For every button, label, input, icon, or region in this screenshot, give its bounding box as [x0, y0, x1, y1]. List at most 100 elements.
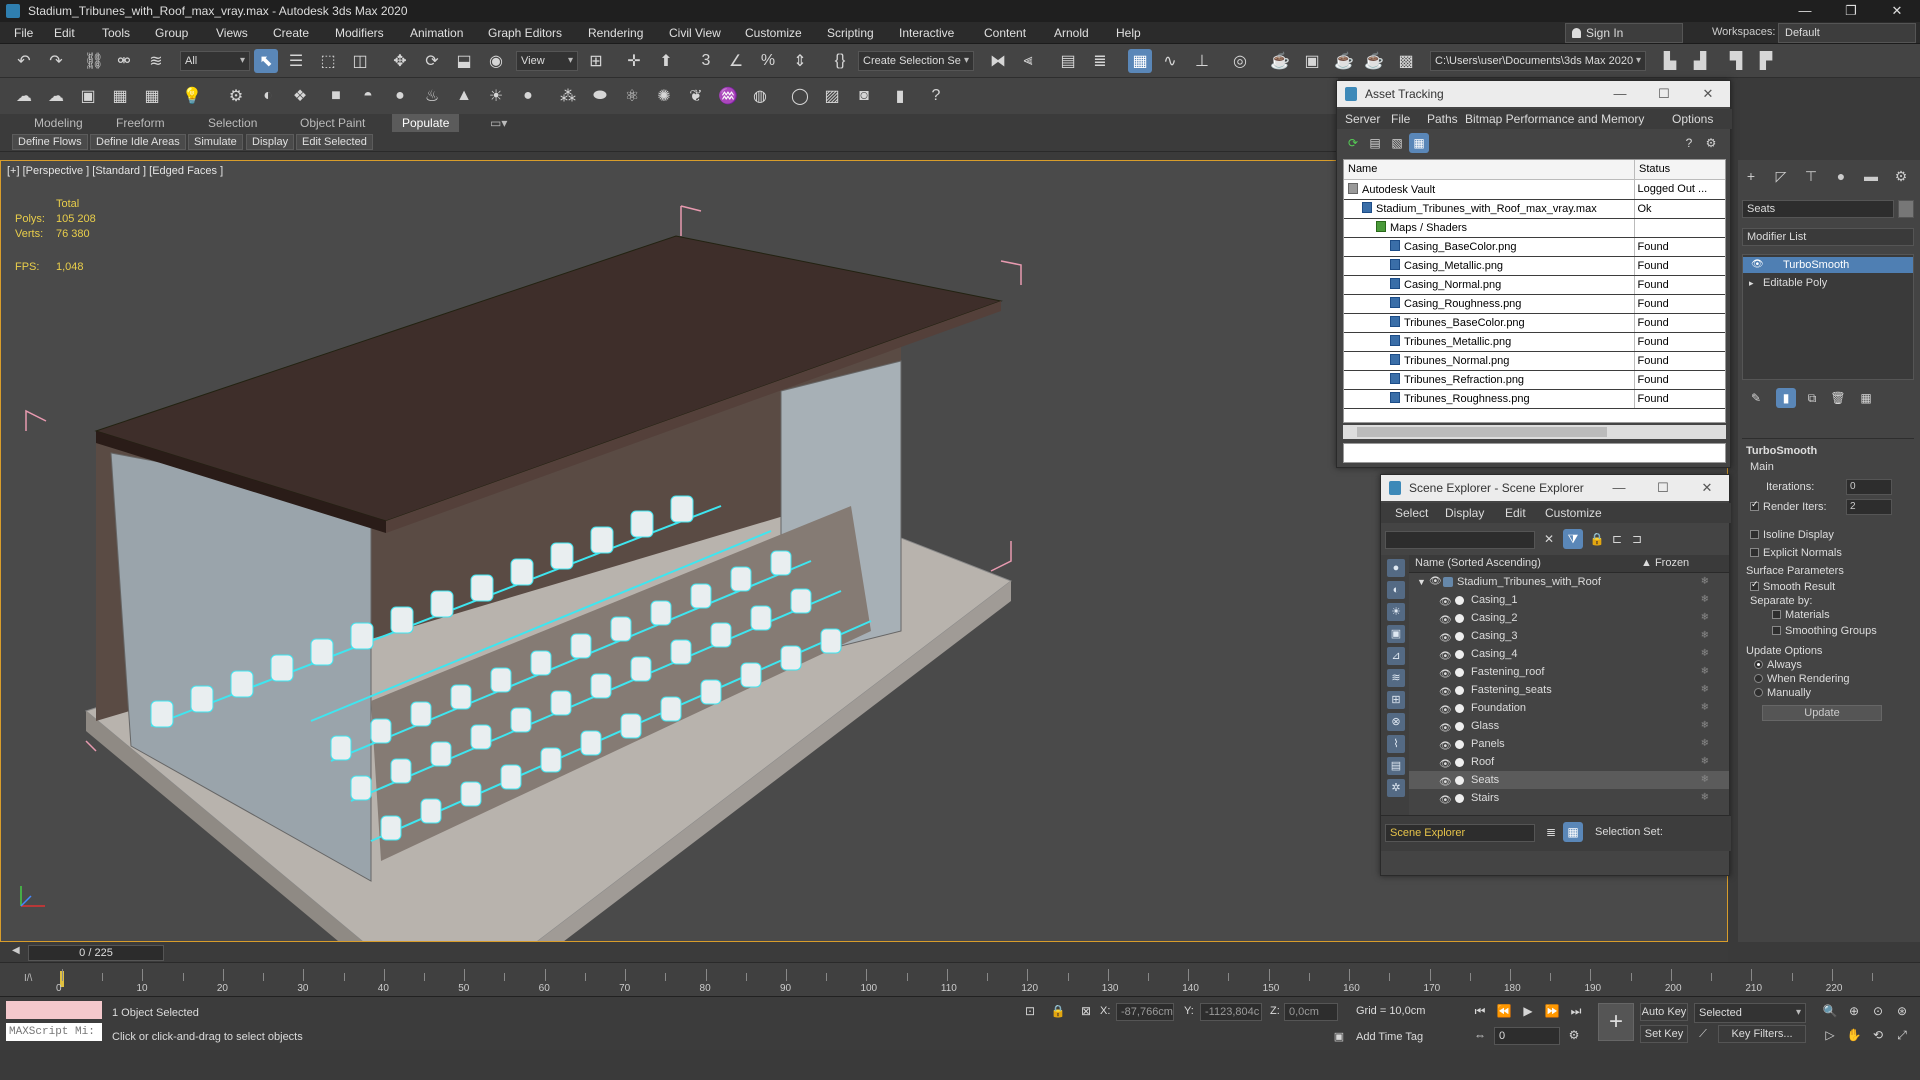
menu-graph-editors[interactable]: Graph Editors	[488, 26, 562, 40]
asset-path-field[interactable]	[1343, 443, 1726, 463]
zoom-all-icon[interactable]: ⊕	[1844, 1001, 1864, 1021]
mirror-icon[interactable]: ⧓	[986, 49, 1010, 73]
object-color-swatch[interactable]	[1898, 200, 1914, 218]
eye-icon[interactable]: 👁	[1429, 573, 1442, 591]
asset-tracking-minimize-button[interactable]: —	[1598, 81, 1642, 107]
schematic-view-icon[interactable]: ⊥	[1190, 49, 1214, 73]
help-icon[interactable]: ?	[924, 84, 948, 108]
select-object-icon[interactable]: ⬉	[254, 49, 278, 73]
modifier-toggle-icon[interactable]: 👁	[1751, 257, 1764, 273]
se-close-button[interactable]: ✕	[1685, 475, 1729, 501]
clear-search-icon[interactable]: ✕	[1539, 529, 1559, 549]
prev-frame-icon[interactable]: ◀	[12, 945, 20, 956]
named-selection-dropdown[interactable]: Create Selection Se	[858, 51, 974, 71]
pivot-center-icon[interactable]: ⊞	[584, 49, 608, 73]
link-icon[interactable]: ⛓	[82, 49, 106, 73]
viewport-image-icon[interactable]: ▣	[76, 84, 100, 108]
se-col-frozen[interactable]: ▲ Frozen	[1641, 557, 1689, 569]
frozen-icon[interactable]: ❄	[1701, 771, 1709, 789]
se-object-row[interactable]: 👁 Casing_2 ❄	[1409, 609, 1729, 627]
sign-in-button[interactable]: Sign In	[1565, 23, 1683, 43]
refresh-icon[interactable]: ⟳	[1343, 133, 1363, 153]
menu-interactive[interactable]: Interactive	[899, 26, 954, 40]
maximize-viewport-icon[interactable]: ⤢	[1892, 1025, 1912, 1045]
render-production-icon[interactable]: ☕	[1332, 49, 1356, 73]
layer-explorer-icon[interactable]: ≣	[1541, 822, 1561, 842]
display-tab-icon[interactable]: ▬	[1858, 168, 1884, 188]
orbit-icon[interactable]: ⟲	[1868, 1025, 1888, 1045]
se-menu-customize[interactable]: Customize	[1545, 503, 1602, 523]
asset-row[interactable]: Casing_Normal.png Found	[1344, 275, 1725, 295]
minimize-button[interactable]: —	[1782, 0, 1828, 22]
scatter-icon[interactable]: ⚛	[620, 84, 644, 108]
frame-buffer-icon[interactable]: ▨	[820, 84, 844, 108]
asset-tracking-close-button[interactable]: ✕	[1686, 81, 1730, 107]
rect-selection-icon[interactable]: ⬚	[316, 49, 340, 73]
asset-row[interactable]: Autodesk Vault Logged Out ...	[1344, 180, 1725, 200]
y-coordinate-field[interactable]: -1123,804c	[1200, 1003, 1262, 1021]
menu-customize[interactable]: Customize	[745, 26, 802, 40]
scene-explorer-window[interactable]: Scene Explorer - Scene Explorer — ☐ ✕ Se…	[1380, 474, 1731, 876]
time-slider[interactable]: 0 / 225	[28, 945, 164, 961]
filter-icon[interactable]: ⧩	[1563, 529, 1583, 549]
menu-edit[interactable]: Edit	[54, 26, 75, 40]
tab-modeling[interactable]: Modeling	[34, 116, 83, 130]
angle-snap-icon[interactable]: ∠	[724, 49, 748, 73]
lights-filter-icon[interactable]: ☀	[1387, 603, 1405, 621]
particles-icon[interactable]: ❖	[288, 84, 312, 108]
se-object-row[interactable]: 👁 Glass ❄	[1409, 717, 1729, 735]
plant-icon[interactable]: ❦	[684, 84, 708, 108]
select-by-name-icon[interactable]: ☰	[284, 49, 308, 73]
se-menu-edit[interactable]: Edit	[1505, 503, 1526, 523]
menu-help[interactable]: Help	[1116, 26, 1141, 40]
asset-row[interactable]: Maps / Shaders	[1344, 218, 1725, 238]
menu-tools[interactable]: Tools	[102, 26, 130, 40]
rendered-frame-window-icon[interactable]: ▣	[1300, 49, 1324, 73]
se-maximize-button[interactable]: ☐	[1641, 475, 1685, 501]
add-time-tag[interactable]: Add Time Tag	[1356, 1031, 1423, 1043]
frozen-icon[interactable]: ❄	[1701, 591, 1709, 609]
teapot-icon[interactable]: ☁	[12, 84, 36, 108]
asset-row[interactable]: Tribunes_BaseColor.png Found	[1344, 313, 1725, 333]
time-tag-icon[interactable]: ▣	[1330, 1027, 1348, 1045]
calculator-icon[interactable]: ▦	[108, 84, 132, 108]
toggle-layer-explorer-icon[interactable]: ≣	[1088, 49, 1112, 73]
hair-icon[interactable]: ♒	[716, 84, 740, 108]
asset-row[interactable]: Tribunes_Roughness.png Found	[1344, 389, 1725, 409]
placement-icon[interactable]: ◉	[484, 49, 508, 73]
sun-icon[interactable]: ☀	[484, 84, 508, 108]
eye-icon[interactable]: 👁	[1439, 792, 1452, 810]
shapes-filter-icon[interactable]: ◐	[1387, 581, 1405, 599]
materials-checkbox[interactable]: Materials	[1772, 609, 1830, 621]
pan-icon[interactable]: ✋	[1844, 1025, 1864, 1045]
menu-modifiers[interactable]: Modifiers	[335, 26, 384, 40]
menu-scripting[interactable]: Scripting	[827, 26, 874, 40]
workspace-dropdown[interactable]: Default	[1778, 23, 1916, 43]
snaps-toggle-icon[interactable]: 3	[694, 49, 718, 73]
tab-object-paint[interactable]: Object Paint	[300, 116, 365, 130]
cameras-filter-icon[interactable]: ▣	[1387, 625, 1405, 643]
go-to-end-icon[interactable]: ⏭	[1566, 1001, 1586, 1021]
at-menu-server[interactable]: Server	[1345, 109, 1380, 129]
current-frame-field[interactable]: 0	[1494, 1027, 1560, 1045]
help-icon[interactable]: ?	[1679, 133, 1699, 153]
col-name-header[interactable]: Name	[1348, 163, 1377, 175]
se-object-row[interactable]: 👁 Fastening_seats ❄	[1409, 681, 1729, 699]
edit-selected-button[interactable]: Edit Selected	[296, 134, 373, 150]
stack-turbosmooth[interactable]: TurboSmooth 👁	[1743, 257, 1913, 273]
helpers-filter-icon[interactable]: ⊿	[1387, 647, 1405, 665]
atom-icon[interactable]: ✺	[652, 84, 676, 108]
render-iterative-icon[interactable]: ☕	[1362, 49, 1386, 73]
modifier-stack[interactable]: TurboSmooth 👁 ▸ Editable Poly	[1742, 254, 1914, 380]
se-menu-select[interactable]: Select	[1395, 503, 1428, 523]
project-path-dropdown[interactable]: C:\Users\user\Documents\3ds Max 2020	[1430, 51, 1646, 71]
se-menu-display[interactable]: Display	[1445, 503, 1484, 523]
configure-sets-icon[interactable]: ▦	[1856, 388, 1876, 408]
dome-icon[interactable]: ◓	[356, 84, 380, 108]
stack-editable-poly[interactable]: ▸ Editable Poly	[1743, 275, 1913, 291]
sphere-icon[interactable]: ●	[388, 84, 412, 108]
se-tree[interactable]: ▼ 👁 Stadium_Tribunes_with_Roof ❄ 👁 Casing…	[1409, 573, 1729, 813]
bones-filter-icon[interactable]: ⌇	[1387, 735, 1405, 753]
smoothing-groups-checkbox[interactable]: Smoothing Groups	[1772, 625, 1877, 637]
asset-row[interactable]: Casing_Metallic.png Found	[1344, 256, 1725, 276]
